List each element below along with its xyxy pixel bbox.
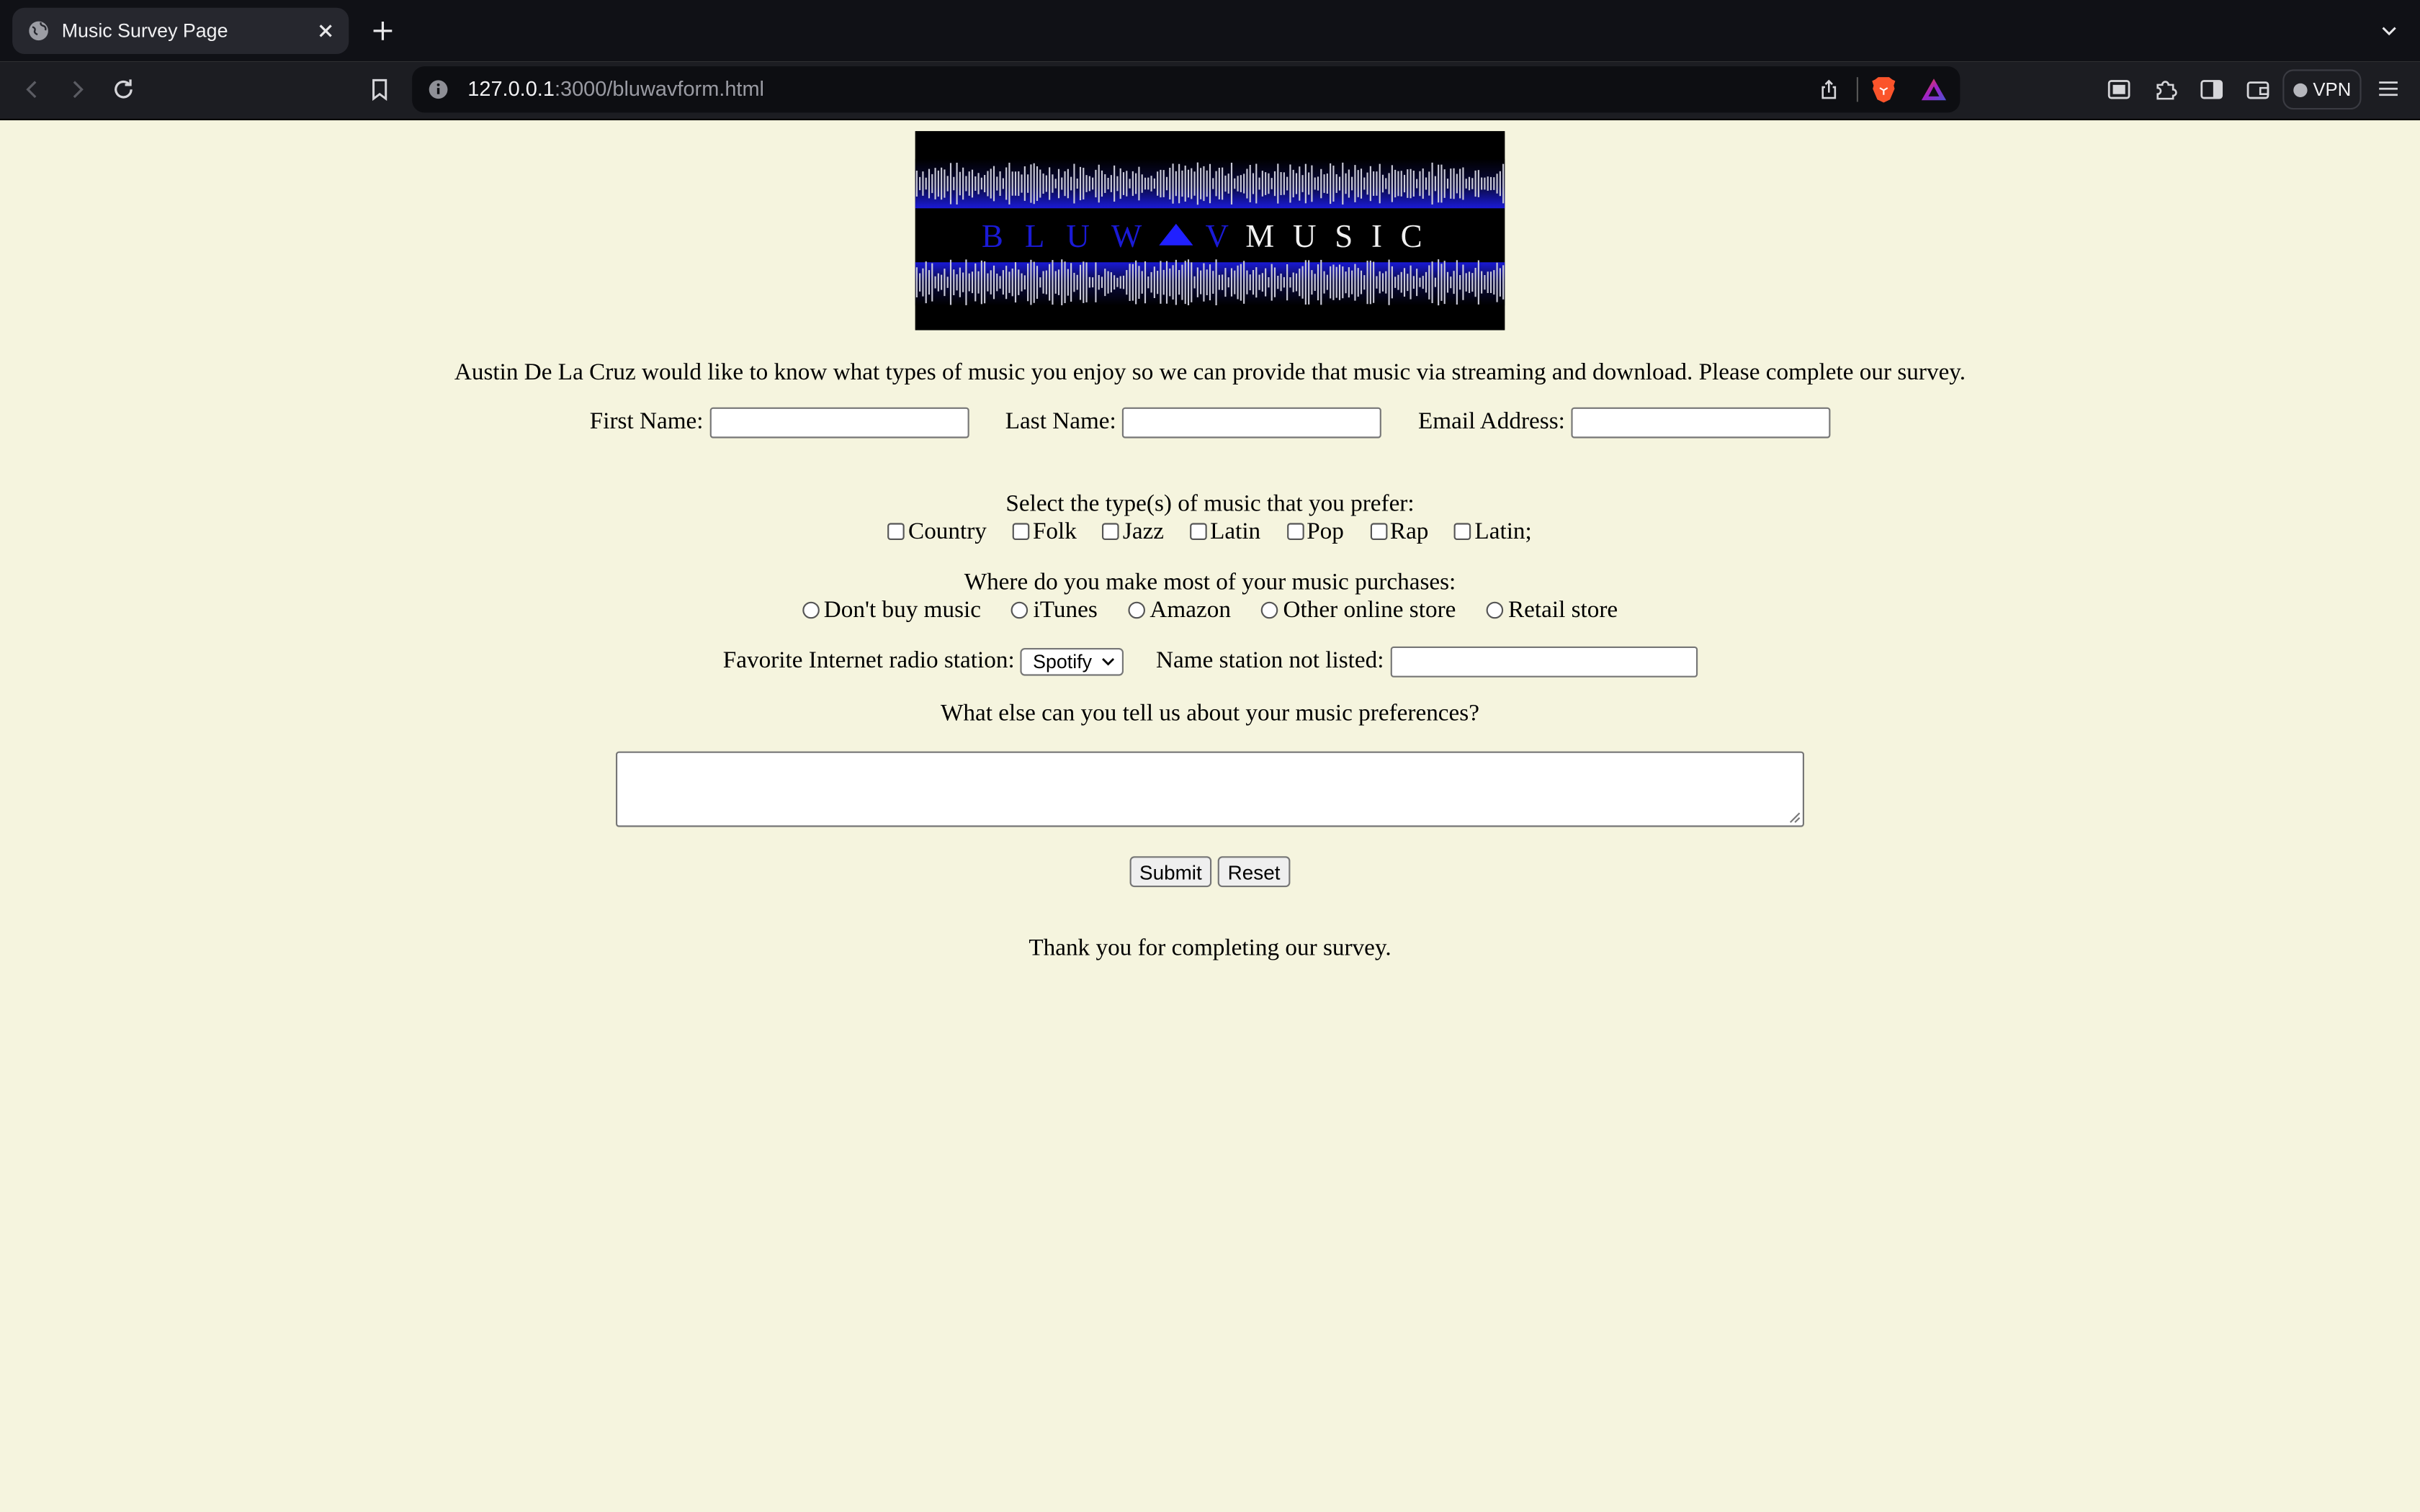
chevron-down-icon[interactable] bbox=[2380, 22, 2398, 40]
preferences-prompt: What else can you tell us about your mus… bbox=[941, 700, 1479, 727]
reset-button[interactable]: Reset bbox=[1217, 856, 1291, 888]
page-content: BLUW V MUSIC Austin De La Cruz would lik… bbox=[0, 120, 2420, 1512]
radio-other-online[interactable] bbox=[1261, 601, 1279, 619]
name-fields-row: First Name: Last Name: Email Address: bbox=[0, 407, 2420, 438]
browser-window: Music Survey Page 127.0.0.1:3000/bluwavf… bbox=[0, 0, 2420, 1512]
vpn-status-icon bbox=[2293, 82, 2307, 96]
bluwav-logo-banner: BLUW V MUSIC bbox=[915, 131, 1505, 330]
info-icon[interactable] bbox=[428, 78, 449, 100]
other-station-label: Name station not listed: bbox=[1156, 647, 1384, 674]
brave-lion-icon[interactable] bbox=[1870, 76, 1896, 104]
purchase-label-dont-buy: Don't buy music bbox=[823, 597, 981, 624]
plus-icon[interactable] bbox=[370, 19, 395, 43]
genre-label-latin-2: Latin; bbox=[1474, 518, 1532, 545]
tab-title: Music Survey Page bbox=[61, 19, 228, 42]
checkbox-latin-2[interactable] bbox=[1454, 523, 1472, 540]
logo-text-v: V bbox=[1206, 218, 1250, 254]
bookmark-icon[interactable] bbox=[367, 77, 392, 102]
divider bbox=[1856, 77, 1858, 102]
purchase-label-amazon: Amazon bbox=[1150, 597, 1231, 624]
genre-checkbox-row: Country Folk Jazz Latin Pop Rap Latin; bbox=[0, 518, 2420, 546]
email-input[interactable] bbox=[1571, 407, 1831, 438]
checkbox-folk[interactable] bbox=[1013, 523, 1030, 540]
radio-station-select[interactable]: Spotify bbox=[1020, 648, 1124, 676]
back-arrow-icon[interactable] bbox=[20, 77, 45, 102]
checkbox-country[interactable] bbox=[888, 523, 905, 540]
address-bar[interactable]: 127.0.0.1:3000/bluwavform.html bbox=[412, 66, 1960, 113]
purchase-label-retail-store: Retail store bbox=[1507, 597, 1618, 624]
genre-prompt: Select the type(s) of music that you pre… bbox=[1005, 490, 1415, 517]
first-name-label: First Name: bbox=[589, 408, 704, 435]
vpn-label: VPN bbox=[2313, 78, 2352, 101]
radio-station-selected: Spotify bbox=[1033, 651, 1093, 673]
sidebar-icon[interactable] bbox=[2200, 77, 2224, 102]
extensions-icon[interactable] bbox=[2153, 77, 2177, 102]
url-text: 127.0.0.1:3000/bluwavform.html bbox=[467, 77, 764, 100]
last-name-input[interactable] bbox=[1122, 407, 1382, 438]
checkbox-jazz[interactable] bbox=[1103, 523, 1120, 540]
radio-station-row: Favorite Internet radio station: Spotify… bbox=[0, 646, 2420, 678]
submit-button[interactable]: Submit bbox=[1129, 856, 1212, 888]
purchase-label-itunes: iTunes bbox=[1033, 597, 1098, 624]
forward-arrow-icon[interactable] bbox=[65, 77, 89, 102]
checkbox-pop[interactable] bbox=[1286, 523, 1304, 540]
genre-label-folk: Folk bbox=[1032, 518, 1077, 545]
thank-you-text: Thank you for completing our survey. bbox=[1028, 935, 1392, 961]
reload-icon[interactable] bbox=[111, 77, 135, 102]
checkbox-latin[interactable] bbox=[1190, 523, 1207, 540]
last-name-label: Last Name: bbox=[1005, 408, 1116, 435]
hamburger-menu-icon[interactable] bbox=[2377, 77, 2400, 100]
chevron-down-icon bbox=[1101, 656, 1116, 668]
preferences-textarea[interactable] bbox=[616, 751, 1804, 827]
navigation-toolbar: 127.0.0.1:3000/bluwavform.html VPN bbox=[0, 61, 2420, 121]
waveform-graphic: BLUW V MUSIC bbox=[915, 131, 1505, 330]
genre-label-rap: Rap bbox=[1389, 518, 1429, 545]
url-host: 127.0.0.1 bbox=[467, 77, 555, 101]
genre-label-latin: Latin bbox=[1210, 518, 1261, 545]
logo-text-bluw: BLUW bbox=[982, 218, 1163, 254]
share-icon[interactable] bbox=[1818, 78, 1839, 100]
radio-station-label: Favorite Internet radio station: bbox=[722, 647, 1015, 674]
checkbox-rap[interactable] bbox=[1370, 523, 1387, 540]
reader-mode-icon[interactable] bbox=[2107, 77, 2131, 102]
brave-rewards-icon[interactable] bbox=[1920, 77, 1948, 102]
email-label: Email Address: bbox=[1417, 408, 1565, 435]
globe-icon bbox=[28, 20, 50, 42]
radio-itunes[interactable] bbox=[1011, 601, 1029, 619]
genre-label-jazz: Jazz bbox=[1122, 518, 1165, 545]
genre-label-country: Country bbox=[908, 518, 987, 545]
genre-label-pop: Pop bbox=[1307, 518, 1344, 545]
tab-music-survey[interactable]: Music Survey Page bbox=[12, 7, 349, 54]
intro-text: Austin De La Cruz would like to know wha… bbox=[454, 359, 1966, 386]
purchase-prompt: Where do you make most of your music pur… bbox=[964, 569, 1456, 596]
resize-grip-icon[interactable] bbox=[1789, 811, 1801, 824]
purchase-radio-row: Don't buy music iTunes Amazon Other onli… bbox=[0, 597, 2420, 625]
tab-strip: Music Survey Page bbox=[0, 0, 2420, 62]
logo-text-music: MUSIC bbox=[1245, 218, 1440, 254]
radio-dont-buy[interactable] bbox=[802, 601, 820, 619]
url-path: :3000/bluwavform.html bbox=[554, 77, 764, 101]
other-station-input[interactable] bbox=[1389, 646, 1698, 678]
first-name-input[interactable] bbox=[709, 407, 969, 438]
vpn-button[interactable]: VPN bbox=[2282, 69, 2362, 110]
close-icon[interactable] bbox=[315, 20, 336, 42]
radio-retail-store[interactable] bbox=[1486, 601, 1504, 619]
wallet-icon[interactable] bbox=[2246, 77, 2270, 102]
radio-amazon[interactable] bbox=[1128, 601, 1145, 619]
purchase-label-other-online: Other online store bbox=[1283, 597, 1456, 624]
